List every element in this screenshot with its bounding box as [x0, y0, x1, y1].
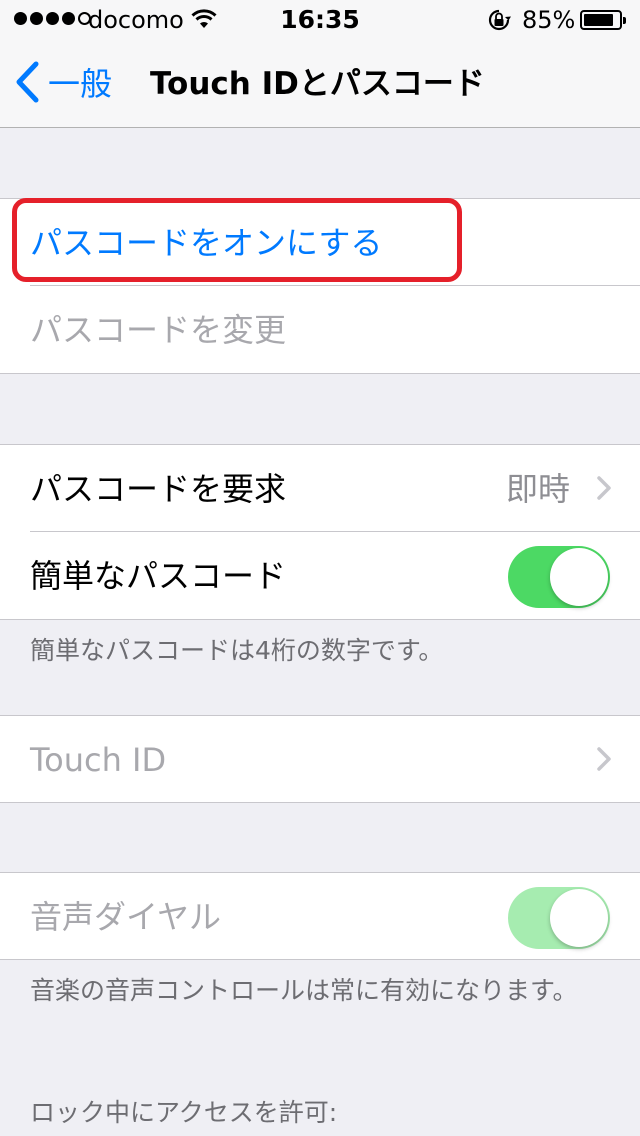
touch-id-row: Touch ID [0, 716, 640, 803]
change-passcode-row: パスコードを変更 [0, 286, 640, 373]
passcode-group: パスコードをオンにする パスコードを変更 [0, 198, 640, 374]
turn-passcode-on-row[interactable]: パスコードをオンにする [0, 199, 640, 286]
battery-icon [580, 10, 626, 30]
simple-passcode-row: 簡単なパスコード [0, 532, 640, 619]
toggle-knob [550, 548, 608, 606]
touch-id-group: Touch ID [0, 715, 640, 803]
voice-dial-toggle [508, 887, 610, 949]
lock-access-section-header: ロック中にアクセスを許可: [30, 1098, 338, 1127]
require-passcode-row[interactable]: パスコードを要求 即時 [0, 445, 640, 532]
battery-percent: 85% [522, 6, 576, 34]
status-bar: docomo 16:35 85% [0, 0, 640, 40]
require-passcode-value: 即時 [505, 469, 570, 508]
back-button[interactable]: 一般 [14, 60, 112, 108]
chevron-right-icon [596, 475, 612, 505]
change-passcode-label: パスコードを変更 [30, 310, 287, 349]
simple-passcode-label: 簡単なパスコード [30, 556, 287, 595]
back-label: 一般 [48, 65, 113, 103]
page-title: Touch IDとパスコード [150, 66, 485, 102]
chevron-left-icon [14, 60, 40, 108]
require-passcode-label: パスコードを要求 [30, 469, 287, 508]
navigation-bar: 一般 Touch IDとパスコード [0, 40, 640, 128]
require-passcode-group: パスコードを要求 即時 簡単なパスコード [0, 444, 640, 620]
touch-id-label: Touch ID [30, 740, 167, 779]
chevron-right-icon [596, 746, 612, 776]
simple-passcode-footer: 簡単なパスコードは4桁の数字です。 [30, 636, 444, 665]
voice-dial-footer: 音楽の音声コントロールは常に有効になります。 [30, 976, 578, 1005]
simple-passcode-toggle[interactable] [508, 546, 610, 608]
voice-dial-group: 音声ダイヤル [0, 872, 640, 960]
voice-dial-label: 音声ダイヤル [30, 897, 222, 936]
toggle-knob [550, 889, 608, 947]
rotation-lock-icon [486, 8, 512, 36]
turn-passcode-on-label: パスコードをオンにする [30, 223, 383, 262]
voice-dial-row: 音声ダイヤル [0, 873, 640, 960]
